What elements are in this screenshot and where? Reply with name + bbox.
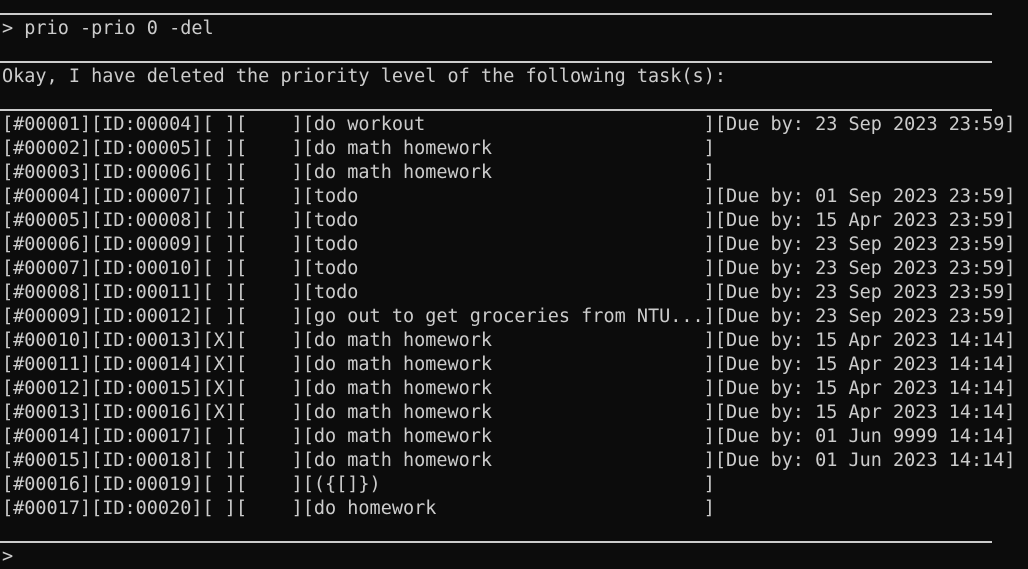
divider-bottom (0, 541, 992, 543)
task-row: [#00009][ID:00012][ ][ ][go out to get g… (2, 306, 1016, 327)
divider-before-list (0, 109, 992, 111)
task-row: [#00001][ID:00004][ ][ ][do workout ][Du… (2, 114, 1016, 135)
divider-after-command (0, 61, 992, 63)
task-row: [#00013][ID:00016][X][ ][do math homewor… (2, 402, 1016, 423)
task-row: [#00007][ID:00010][ ][ ][todo ][Due by: … (2, 258, 1016, 279)
task-list: [#00001][ID:00004][ ][ ][do workout ][Du… (2, 113, 1016, 521)
task-row: [#00014][ID:00017][ ][ ][do math homewor… (2, 426, 1016, 447)
task-row: [#00016][ID:00019][ ][ ][({[]}) ] (2, 474, 715, 495)
task-row: [#00011][ID:00014][X][ ][do math homewor… (2, 354, 1016, 375)
input-prompt-symbol: > (2, 546, 14, 567)
task-row: [#00004][ID:00007][ ][ ][todo ][Due by: … (2, 186, 1016, 207)
command-text: prio -prio 0 -del (24, 18, 214, 39)
task-row: [#00015][ID:00018][ ][ ][do math homewor… (2, 450, 1016, 471)
task-row: [#00010][ID:00013][X][ ][do math homewor… (2, 330, 1016, 351)
task-row: [#00006][ID:00009][ ][ ][todo ][Due by: … (2, 234, 1016, 255)
divider-top (0, 13, 992, 15)
task-row: [#00005][ID:00008][ ][ ][todo ][Due by: … (2, 210, 1016, 231)
command-line: > prio -prio 0 -del (2, 17, 214, 41)
response-message: Okay, I have deleted the priority level … (2, 66, 726, 87)
prompt-symbol: > (2, 18, 14, 39)
task-row: [#00003][ID:00006][ ][ ][do math homewor… (2, 162, 715, 183)
input-line[interactable]: > (2, 545, 24, 569)
terminal-window[interactable]: > prio -prio 0 -del Okay, I have deleted… (0, 0, 1028, 567)
task-row: [#00008][ID:00011][ ][ ][todo ][Due by: … (2, 282, 1016, 303)
task-row: [#00017][ID:00020][ ][ ][do homework ] (2, 498, 715, 519)
task-row: [#00002][ID:00005][ ][ ][do math homewor… (2, 138, 715, 159)
task-row: [#00012][ID:00015][X][ ][do math homewor… (2, 378, 1016, 399)
